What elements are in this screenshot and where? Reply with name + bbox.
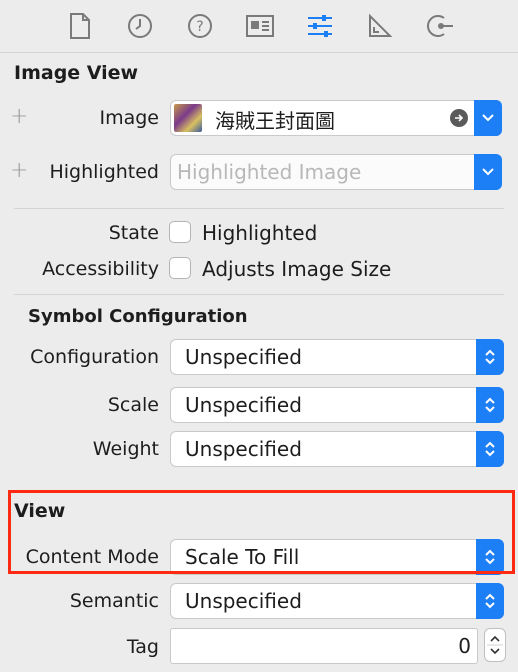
highlighted-label: Highlighted <box>49 161 159 183</box>
semantic-stepper-button[interactable] <box>476 583 504 619</box>
semantic-popup[interactable]: Unspecified <box>170 583 504 619</box>
configuration-popup[interactable]: Unspecified <box>170 339 504 375</box>
image-label: Image <box>99 107 159 129</box>
scale-value: Unspecified <box>185 393 302 417</box>
tag-label: Tag <box>126 636 159 658</box>
weight-stepper-button[interactable] <box>476 431 504 467</box>
inspector-toolbar: ? <box>0 0 518 53</box>
add-highlighted-variant-icon[interactable]: + <box>10 158 28 183</box>
go-to-image-icon[interactable] <box>450 109 468 127</box>
weight-popup[interactable]: Unspecified <box>170 431 504 467</box>
attributes-inspector-icon[interactable] <box>304 10 336 42</box>
svg-text:?: ? <box>196 19 203 35</box>
state-highlighted-option: Highlighted <box>202 221 318 245</box>
chevron-down-icon <box>482 168 494 176</box>
identity-inspector-icon[interactable] <box>244 10 276 42</box>
configuration-stepper-button[interactable] <box>476 339 504 375</box>
highlighted-combo-field[interactable]: Highlighted Image <box>170 154 502 190</box>
image-value: 海賊王封面圖 <box>215 109 335 133</box>
symbol-configuration-section-title: Symbol Configuration <box>28 306 248 327</box>
quick-help-icon[interactable]: ? <box>184 10 216 42</box>
up-down-chevron-icon <box>485 593 495 609</box>
adjusts-image-size-option: Adjusts Image Size <box>202 257 392 281</box>
connections-inspector-icon[interactable] <box>424 10 456 42</box>
configuration-label: Configuration <box>30 346 159 368</box>
scale-stepper-button[interactable] <box>476 387 504 423</box>
semantic-label: Semantic <box>69 590 159 612</box>
up-down-chevron-icon <box>487 635 503 655</box>
up-down-chevron-icon <box>485 397 495 413</box>
tag-value: 0 <box>458 634 471 658</box>
image-thumbnail-icon <box>174 104 202 132</box>
state-label: State <box>108 222 159 244</box>
adjusts-image-size-checkbox[interactable] <box>169 257 191 279</box>
state-highlighted-checkbox[interactable] <box>169 221 191 243</box>
size-inspector-icon[interactable] <box>364 10 396 42</box>
history-inspector-icon[interactable] <box>124 10 156 42</box>
highlighted-dropdown-button[interactable] <box>474 154 502 190</box>
divider <box>14 294 504 295</box>
image-combo-field[interactable]: 海賊王封面圖 <box>170 100 502 136</box>
image-view-section-title: Image View <box>14 62 139 84</box>
weight-value: Unspecified <box>185 437 302 461</box>
weight-label: Weight <box>92 438 159 460</box>
image-dropdown-button[interactable] <box>474 100 502 136</box>
highlight-annotation-box <box>8 490 515 574</box>
highlighted-placeholder: Highlighted Image <box>177 160 362 184</box>
add-image-variant-icon[interactable]: + <box>10 104 28 129</box>
up-down-chevron-icon <box>485 349 495 365</box>
up-down-chevron-icon <box>485 441 495 457</box>
file-inspector-icon[interactable] <box>64 10 96 42</box>
chevron-down-icon <box>482 114 494 122</box>
semantic-value: Unspecified <box>185 589 302 613</box>
scale-popup[interactable]: Unspecified <box>170 387 504 423</box>
accessibility-label: Accessibility <box>42 258 159 280</box>
scale-label: Scale <box>107 394 159 416</box>
configuration-value: Unspecified <box>185 345 302 369</box>
tag-stepper[interactable] <box>484 628 506 662</box>
divider <box>14 208 504 209</box>
tag-input[interactable]: 0 <box>170 628 478 664</box>
